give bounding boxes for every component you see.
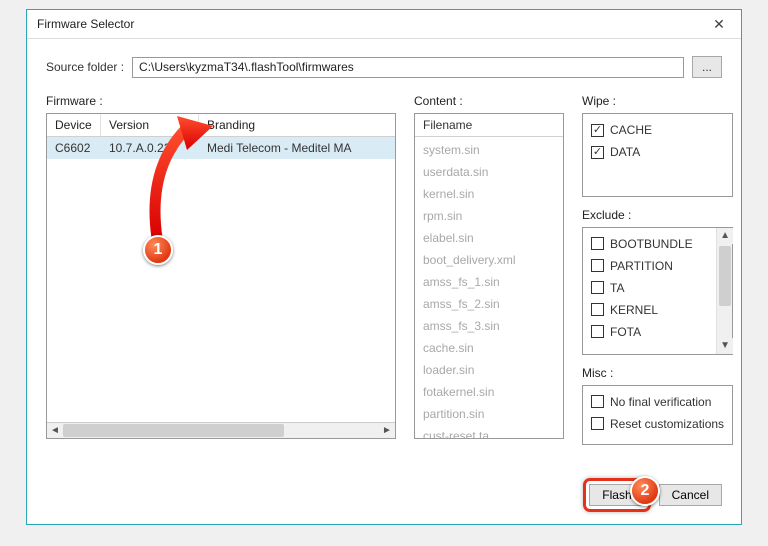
list-item[interactable]: boot_delivery.xml bbox=[415, 249, 563, 271]
checkbox-row[interactable]: BOOTBUNDLE bbox=[591, 233, 710, 255]
titlebar: Firmware Selector ✕ bbox=[27, 10, 741, 39]
list-item[interactable]: cache.sin bbox=[415, 337, 563, 359]
list-item[interactable]: amss_fs_1.sin bbox=[415, 271, 563, 293]
checkbox-row[interactable]: KERNEL bbox=[591, 299, 710, 321]
checkbox-icon[interactable] bbox=[591, 237, 604, 250]
list-item[interactable]: loader.sin bbox=[415, 359, 563, 381]
list-item[interactable]: amss_fs_3.sin bbox=[415, 315, 563, 337]
exclude-panel: BOOTBUNDLEPARTITIONTAKERNELFOTA bbox=[582, 227, 733, 355]
cell-device: C6602 bbox=[47, 137, 101, 159]
checkbox-label: KERNEL bbox=[610, 300, 658, 320]
checkbox-icon[interactable] bbox=[591, 281, 604, 294]
checkbox-label: DATA bbox=[610, 142, 640, 162]
checkbox-row[interactable]: PARTITION bbox=[591, 255, 710, 277]
window-title: Firmware Selector bbox=[37, 17, 697, 31]
wipe-label: Wipe : bbox=[582, 94, 733, 108]
misc-label: Misc : bbox=[582, 366, 733, 380]
firmware-selector-dialog: Firmware Selector ✕ Source folder : ... … bbox=[26, 9, 742, 525]
checkbox-icon[interactable] bbox=[591, 417, 604, 430]
list-item[interactable]: rpm.sin bbox=[415, 205, 563, 227]
col-version[interactable]: Version bbox=[101, 114, 199, 136]
flash-highlight: Flash bbox=[583, 478, 650, 512]
scroll-right-icon[interactable]: ► bbox=[379, 423, 395, 438]
table-row[interactable]: C6602 10.7.A.0.228 Medi Telecom - Medite… bbox=[47, 137, 395, 159]
source-folder-input[interactable] bbox=[132, 57, 684, 78]
scroll-down-icon[interactable]: ▼ bbox=[717, 338, 733, 354]
checkbox-label: TA bbox=[610, 278, 624, 298]
checkbox-label: No final verification bbox=[610, 392, 711, 412]
checkbox-row[interactable]: No final verification bbox=[591, 391, 724, 413]
checkbox-label: PARTITION bbox=[610, 256, 673, 276]
content-label: Content : bbox=[414, 94, 564, 108]
checkbox-icon[interactable] bbox=[591, 259, 604, 272]
checkbox-icon[interactable] bbox=[591, 395, 604, 408]
checkbox-label: FOTA bbox=[610, 322, 641, 342]
content-header[interactable]: Filename bbox=[415, 114, 563, 137]
list-item[interactable]: cust-reset.ta bbox=[415, 425, 563, 439]
list-item[interactable]: system.sin bbox=[415, 139, 563, 161]
cell-branding: Medi Telecom - Meditel MA bbox=[199, 137, 395, 159]
firmware-label: Firmware : bbox=[46, 94, 396, 108]
scroll-left-icon[interactable]: ◄ bbox=[47, 423, 63, 438]
source-folder-label: Source folder : bbox=[46, 60, 124, 74]
exclude-label: Exclude : bbox=[582, 208, 733, 222]
checkbox-icon[interactable] bbox=[591, 325, 604, 338]
checkbox-icon[interactable]: ✓ bbox=[591, 146, 604, 159]
col-device[interactable]: Device bbox=[47, 114, 101, 136]
checkbox-label: CACHE bbox=[610, 120, 652, 140]
list-item[interactable]: kernel.sin bbox=[415, 183, 563, 205]
cancel-button[interactable]: Cancel bbox=[659, 484, 722, 506]
checkbox-row[interactable]: ✓ CACHE bbox=[591, 119, 724, 141]
wipe-panel: ✓ CACHE ✓ DATA bbox=[582, 113, 733, 197]
list-item[interactable]: partition.sin bbox=[415, 403, 563, 425]
source-folder-row: Source folder : ... bbox=[46, 56, 722, 78]
close-icon[interactable]: ✕ bbox=[697, 10, 741, 38]
content-list: Filename system.sinuserdata.sinkernel.si… bbox=[414, 113, 564, 439]
cell-version: 10.7.A.0.228 bbox=[101, 137, 199, 159]
checkbox-row[interactable]: TA bbox=[591, 277, 710, 299]
scroll-up-icon[interactable]: ▲ bbox=[717, 228, 733, 244]
col-branding[interactable]: Branding bbox=[199, 114, 395, 136]
checkbox-row[interactable]: Reset customizations bbox=[591, 413, 724, 435]
misc-panel: No final verificationReset customization… bbox=[582, 385, 733, 445]
list-item[interactable]: userdata.sin bbox=[415, 161, 563, 183]
list-item[interactable]: elabel.sin bbox=[415, 227, 563, 249]
checkbox-row[interactable]: ✓ DATA bbox=[591, 141, 724, 163]
checkbox-icon[interactable] bbox=[591, 303, 604, 316]
list-item[interactable]: amss_fs_2.sin bbox=[415, 293, 563, 315]
horizontal-scrollbar[interactable]: ◄ ► bbox=[47, 422, 395, 438]
checkbox-label: BOOTBUNDLE bbox=[610, 234, 693, 254]
checkbox-icon[interactable]: ✓ bbox=[591, 124, 604, 137]
browse-button[interactable]: ... bbox=[692, 56, 722, 78]
list-item[interactable]: fotakernel.sin bbox=[415, 381, 563, 403]
firmware-table: Device Version Branding C6602 10.7.A.0.2… bbox=[46, 113, 396, 439]
dialog-footer: Flash Cancel bbox=[583, 478, 722, 512]
vertical-scrollbar[interactable]: ▲ ▼ bbox=[716, 228, 732, 354]
flash-button[interactable]: Flash bbox=[589, 484, 644, 506]
firmware-table-header: Device Version Branding bbox=[47, 114, 395, 137]
checkbox-row[interactable]: FOTA bbox=[591, 321, 710, 343]
checkbox-label: Reset customizations bbox=[610, 414, 724, 434]
